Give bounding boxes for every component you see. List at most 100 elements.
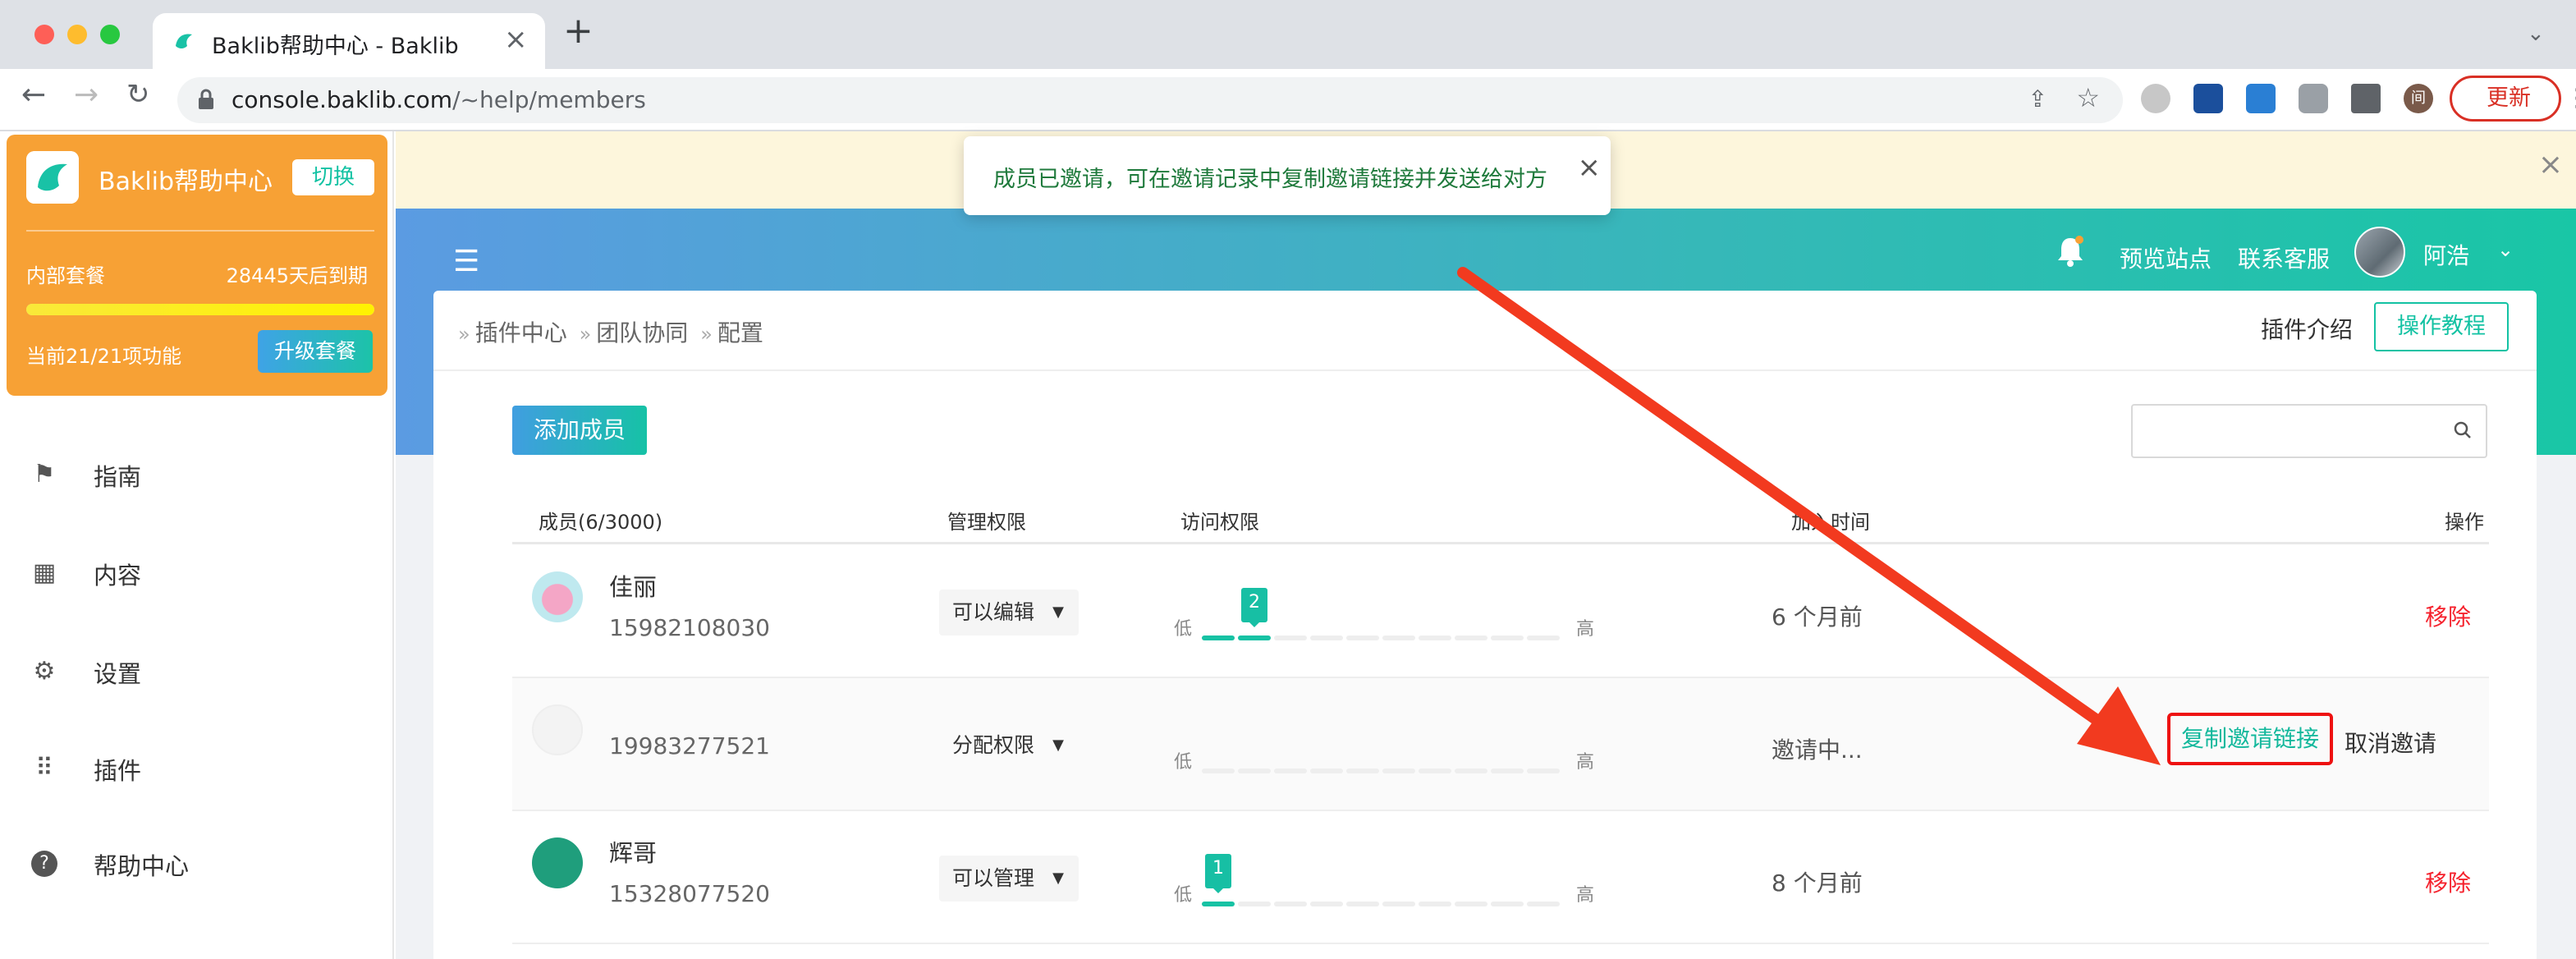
org-card: Baklib帮助中心 切换 内部套餐 28445天后到期 当前21/21项功能 …: [7, 135, 387, 396]
copy-invite-link-button[interactable]: 复制邀请链接: [2167, 713, 2333, 765]
access-level-slider[interactable]: 低 高 2: [1174, 578, 1601, 644]
browser-menu-icon[interactable]: ⋮: [2565, 84, 2576, 112]
admin-perm-dropdown[interactable]: 分配权限 ▼: [939, 723, 1079, 769]
sidebar-item[interactable]: ? 帮助中心: [0, 829, 394, 895]
level-segment: [1382, 902, 1415, 906]
level-segment: [1419, 636, 1451, 640]
level-marker[interactable]: 1: [1205, 854, 1231, 893]
sidebar-item[interactable]: ▦ 内容: [0, 539, 394, 604]
url-text: console.baklib.com/~help/members: [231, 86, 646, 113]
level-segment: [1274, 769, 1307, 773]
admin-perm-dropdown[interactable]: 可以管理 ▼: [939, 856, 1079, 902]
member-search-input[interactable]: [2131, 404, 2487, 458]
user-name[interactable]: 阿浩: [2423, 238, 2469, 271]
breadcrumb-separator-icon: »: [579, 323, 592, 346]
address-bar[interactable]: console.baklib.com/~help/members ⇪ ☆: [177, 77, 2123, 123]
sidebar-item[interactable]: ⠿ 插件: [0, 734, 394, 800]
level-segment: [1382, 769, 1415, 773]
level-high-label: 高: [1576, 752, 1595, 773]
help-circle-icon: ?: [31, 851, 57, 877]
preview-site-link[interactable]: 预览站点: [2120, 241, 2212, 274]
sidebar-item[interactable]: ⚑ 指南: [0, 440, 394, 506]
tab-search-chevron-icon[interactable]: ⌄: [2527, 21, 2545, 46]
col-admin-perm: 管理权限: [947, 511, 1026, 534]
update-button[interactable]: 更新: [2450, 76, 2561, 122]
level-low-label: 低: [1174, 752, 1193, 773]
level-segment: [1527, 769, 1560, 773]
level-low-label: 低: [1174, 619, 1193, 640]
signpost-icon: ⚑: [33, 460, 56, 489]
close-toast-icon[interactable]: ×: [1578, 151, 1602, 184]
level-segment: [1202, 636, 1235, 640]
close-window-button[interactable]: [34, 25, 54, 44]
col-join-time: 加入时间: [1791, 511, 1870, 534]
invite-status: 邀请中...: [1772, 736, 1863, 764]
level-segment: [1310, 902, 1343, 906]
breadcrumb-item[interactable]: 插件中心: [475, 319, 567, 346]
menu-toggle-icon[interactable]: ☰: [453, 245, 479, 278]
tutorial-button[interactable]: 操作教程: [2374, 302, 2509, 351]
forward-icon[interactable]: →: [74, 80, 99, 110]
close-tab-icon[interactable]: ×: [504, 23, 528, 56]
back-icon[interactable]: ←: [21, 80, 46, 110]
user-menu-chevron-icon[interactable]: ⌄: [2497, 238, 2514, 261]
switch-org-button[interactable]: 切换: [292, 159, 374, 195]
sidebar-item-label: 插件: [94, 757, 142, 785]
zoom-window-button[interactable]: [100, 25, 120, 44]
minimize-window-button[interactable]: [67, 25, 87, 44]
breadcrumb-item[interactable]: 团队协同: [596, 319, 688, 346]
cancel-invite-button[interactable]: 取消邀请: [2345, 726, 2436, 759]
browser-toolbar: ← → ↻ console.baklib.com/~help/members ⇪…: [0, 69, 2576, 131]
add-member-button[interactable]: 添加成员: [512, 406, 647, 455]
level-segment: [1202, 769, 1235, 773]
level-segment: [1346, 902, 1379, 906]
level-high-label: 高: [1576, 619, 1595, 640]
plugin-intro-link[interactable]: 插件介绍: [2261, 312, 2353, 345]
table-header-divider: [512, 542, 2489, 544]
baklib-favicon-icon: [176, 34, 192, 48]
reload-icon[interactable]: ↻: [126, 80, 150, 108]
plan-name: 内部套餐: [26, 264, 105, 287]
toast-message: 成员已邀请，可在邀请记录中复制邀请链接并发送给对方: [993, 167, 1547, 192]
table-row: 佳丽 15982108030 可以编辑 ▼ 低 高 2 6 个月前 移除: [512, 545, 2489, 678]
puzzle-extensions-icon[interactable]: [2351, 84, 2381, 113]
breadcrumb-separator-icon: »: [458, 323, 470, 346]
browser-tab-bar: Baklib帮助中心 - Baklib × + ⌄: [0, 0, 2576, 69]
join-time: 8 个月前: [1772, 870, 1863, 897]
profile-avatar[interactable]: 间: [2404, 84, 2433, 113]
user-avatar[interactable]: [2354, 227, 2405, 278]
access-level-slider[interactable]: 低 高 1: [1174, 844, 1601, 910]
member-name: 佳丽: [609, 573, 658, 601]
level-segment: [1491, 636, 1524, 640]
caret-down-icon: ▼: [1052, 870, 1065, 887]
admin-perm-dropdown[interactable]: 可以编辑 ▼: [939, 590, 1079, 636]
breadcrumb-item[interactable]: 配置: [717, 319, 763, 346]
member-avatar: [532, 837, 583, 888]
m-extension-icon[interactable]: [2193, 84, 2223, 113]
level-segment: [1382, 636, 1415, 640]
remove-member-button[interactable]: 移除: [2425, 599, 2471, 632]
level-marker[interactable]: 2: [1241, 588, 1267, 627]
tab-title: Baklib帮助中心 - Baklib: [212, 34, 459, 59]
upgrade-plan-button[interactable]: 升级套餐: [258, 330, 373, 373]
browser-tab[interactable]: Baklib帮助中心 - Baklib ×: [153, 13, 545, 69]
table-row: 辉哥 15328077520 可以管理 ▼ 低 高 1 8 个月前 移除: [512, 811, 2489, 944]
bell-icon[interactable]: [2054, 233, 2087, 269]
grid-icon: ▦: [32, 558, 57, 587]
close-banner-icon[interactable]: ×: [2538, 148, 2563, 181]
camera-extension-icon[interactable]: [2299, 84, 2328, 113]
s-extension-icon[interactable]: [2246, 84, 2276, 113]
share-icon[interactable]: ⇪: [2028, 85, 2047, 112]
globe-extension-icon[interactable]: [2141, 84, 2170, 113]
remove-member-button[interactable]: 移除: [2425, 865, 2471, 898]
support-link[interactable]: 联系客服: [2238, 241, 2330, 274]
apps-icon: ⠿: [35, 754, 53, 782]
col-member: 成员(6/3000): [539, 511, 663, 534]
new-tab-icon[interactable]: +: [563, 13, 594, 49]
bookmark-star-icon[interactable]: ☆: [2076, 82, 2100, 113]
level-segment: [1274, 902, 1307, 906]
panel-divider: [433, 369, 2537, 371]
sidebar-item[interactable]: ⚙ 设置: [0, 637, 394, 703]
access-level-slider[interactable]: 低 高: [1174, 711, 1601, 777]
sidebar: Baklib帮助中心 切换 内部套餐 28445天后到期 当前21/21项功能 …: [0, 131, 394, 959]
